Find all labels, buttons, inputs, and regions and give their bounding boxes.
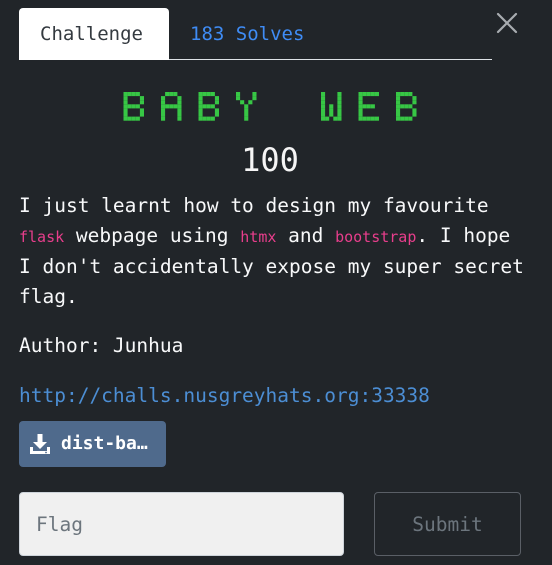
download-file-label: dist-ba…: [61, 433, 148, 454]
challenge-title: [0, 86, 540, 130]
close-button[interactable]: [492, 8, 522, 38]
title-glyph: [358, 92, 379, 121]
description-text: I just learnt how to design my favourite: [19, 194, 489, 217]
title-glyph: [321, 92, 342, 121]
challenge-description: I just learnt how to design my favourite…: [19, 191, 529, 312]
challenge-modal: Challenge 183 Solves 100 I just learnt h…: [0, 0, 552, 565]
challenge-points: 100: [241, 141, 299, 179]
code-bootstrap: bootstrap: [335, 228, 417, 246]
title-glyph: [396, 92, 417, 121]
title-glyph: [123, 92, 144, 121]
challenge-link[interactable]: http://challs.nusgreyhats.org:33338: [19, 381, 430, 411]
description-text: and: [276, 224, 336, 247]
close-icon: [496, 12, 518, 34]
title-glyph: [198, 92, 219, 121]
flag-input[interactable]: [19, 492, 344, 556]
description-text: webpage using: [64, 224, 241, 247]
title-glyph: [236, 92, 257, 121]
title-glyphs: [123, 92, 417, 121]
download-icon: [30, 434, 50, 454]
tab-bar: Challenge 183 Solves: [19, 8, 492, 60]
challenge-author: Author: Junhua: [19, 334, 184, 357]
tab-solves[interactable]: 183 Solves: [169, 8, 325, 60]
tab-challenge[interactable]: Challenge: [19, 8, 169, 60]
code-htmx: htmx: [240, 228, 277, 246]
code-flask: flask: [19, 228, 65, 246]
download-file-button[interactable]: dist-ba…: [19, 421, 166, 467]
title-glyph: [161, 92, 182, 121]
submit-button[interactable]: Submit: [374, 492, 521, 556]
challenge-title-pixel-text: [123, 92, 417, 121]
